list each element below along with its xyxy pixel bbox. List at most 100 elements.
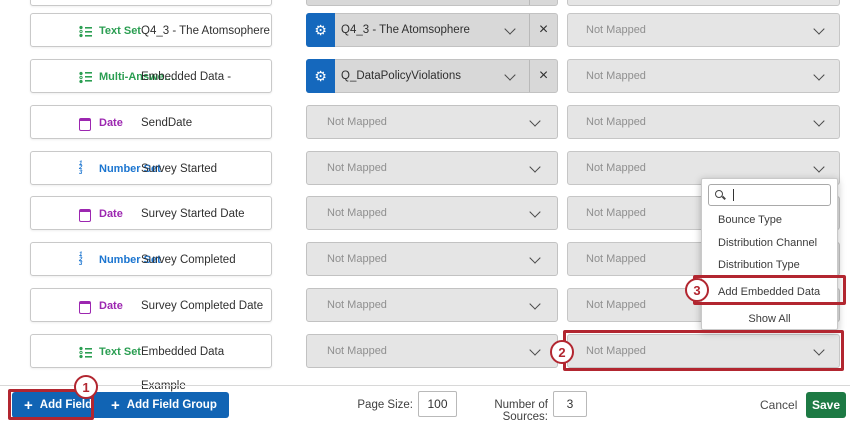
field-card: Number Set Survey Started — [30, 151, 272, 185]
panel-item-bounce-type[interactable]: Bounce Type — [702, 209, 837, 231]
add-field-group-label: Add Field Group — [127, 399, 217, 411]
add-field-group-button[interactable]: + Add Field Group — [99, 392, 229, 418]
page-size-label: Page Size: — [340, 399, 413, 411]
field-card: Text Set Embedded Data Example — [30, 334, 272, 368]
annotation-step-3: 3 — [685, 278, 709, 302]
plus-icon: + — [111, 398, 120, 413]
field-mapping-row-partial — [0, 0, 850, 6]
field-card — [30, 0, 272, 6]
field-type-label: Text Set — [99, 335, 141, 369]
annotation-box-add-embedded-data — [693, 275, 846, 305]
save-button[interactable]: Save — [806, 392, 846, 418]
cancel-button[interactable]: Cancel — [760, 398, 797, 412]
close-icon: × — [539, 68, 548, 84]
target-dropdown-value: Not Mapped — [586, 106, 646, 138]
field-type-icon — [79, 25, 92, 38]
number-of-sources-label: Number of Sources: — [463, 399, 548, 423]
field-type-label: Text Set — [99, 14, 141, 48]
target-dropdown[interactable] — [567, 0, 840, 6]
number-of-sources-input[interactable] — [553, 391, 587, 417]
field-type-icon — [79, 162, 93, 175]
chevron-down-icon — [529, 253, 540, 264]
field-card: Text Set Q4_3 - The Atomsophere — [30, 13, 272, 47]
chevron-down-icon — [529, 115, 540, 126]
source-dropdown[interactable]: Not Mapped — [306, 196, 558, 230]
gear-settings-button[interactable]: ⚙ — [306, 13, 335, 47]
remove-mapping-button[interactable]: × — [529, 60, 557, 92]
field-card: Date Survey Completed Date — [30, 288, 272, 322]
field-type-label: Date — [99, 197, 123, 231]
field-type-label: Date — [99, 289, 123, 323]
gear-icon: ⚙ — [314, 69, 327, 83]
chevron-down-icon — [529, 207, 540, 218]
mapped-source-value: Q_DataPolicyViolations — [341, 60, 461, 92]
chevron-down-icon — [504, 69, 515, 80]
mapped-source-value: Q4_3 - The Atomsophere — [341, 14, 470, 46]
show-all-link[interactable]: Show All — [702, 309, 837, 329]
field-name: Survey Started — [141, 152, 217, 186]
chevron-down-icon — [529, 298, 540, 309]
target-dropdown-value: Not Mapped — [586, 289, 646, 321]
search-icon — [715, 190, 723, 198]
mapped-source-dropdown[interactable]: ⚙ Q_DataPolicyViolations × — [306, 59, 558, 93]
field-type-icon — [79, 71, 92, 84]
target-dropdown[interactable]: Not Mapped — [567, 105, 840, 139]
field-type-label: Date — [99, 106, 123, 140]
annotation-step-2: 2 — [550, 340, 574, 364]
field-type-icon — [79, 118, 91, 131]
source-dropdown[interactable]: Not Mapped — [306, 288, 558, 322]
target-dropdown[interactable]: Not Mapped — [567, 13, 840, 47]
source-dropdown-value: Not Mapped — [327, 335, 387, 367]
page-size-input[interactable] — [418, 391, 457, 417]
source-dropdown[interactable]: Not Mapped — [306, 334, 558, 368]
source-dropdown[interactable]: Not Mapped — [306, 105, 558, 139]
target-dropdown-value: Not Mapped — [586, 60, 646, 92]
source-dropdown[interactable]: Not Mapped — [306, 242, 558, 276]
field-mapper-screen: Text Set Q4_3 - The Atomsophere ⚙ Q4_3 -… — [0, 0, 850, 424]
source-dropdown-value: Not Mapped — [327, 152, 387, 184]
field-card: Number Set Survey Completed — [30, 242, 272, 276]
chevron-down-icon — [813, 161, 824, 172]
gear-settings-button[interactable]: ⚙ — [306, 59, 335, 93]
field-card: Date Survey Started Date — [30, 196, 272, 230]
target-dropdown[interactable]: Not Mapped — [567, 59, 840, 93]
source-dropdown[interactable]: Not Mapped — [306, 151, 558, 185]
chevron-down-icon — [529, 344, 540, 355]
mapping-dropdown-panel: Bounce Type Distribution Channel Distrib… — [701, 178, 838, 330]
panel-item-distribution-type[interactable]: Distribution Type — [702, 254, 837, 276]
field-card: Date SendDate — [30, 105, 272, 139]
field-name: Survey Started Date — [141, 197, 245, 231]
field-mapping-row: Multi-Answe… Embedded Data - Q_Dat… ⚙ Q_… — [0, 59, 850, 93]
source-dropdown-value: Not Mapped — [327, 106, 387, 138]
target-dropdown-value: Not Mapped — [586, 14, 646, 46]
chevron-down-icon — [504, 23, 515, 34]
source-dropdown-value: Not Mapped — [327, 289, 387, 321]
annotation-box-target-dropdown — [563, 330, 844, 371]
source-dropdown-value: Not Mapped — [327, 197, 387, 229]
field-name: Q4_3 - The Atomsophere — [141, 14, 270, 48]
remove-mapping-button[interactable] — [529, 0, 557, 5]
chevron-down-icon — [813, 115, 824, 126]
target-dropdown-value: Not Mapped — [586, 243, 646, 275]
field-type-icon — [79, 209, 91, 222]
chevron-down-icon — [813, 69, 824, 80]
field-type-icon — [79, 301, 91, 314]
gear-icon: ⚙ — [314, 23, 327, 37]
field-mapping-row: Text Set Q4_3 - The Atomsophere ⚙ Q4_3 -… — [0, 13, 850, 47]
field-name: Survey Completed — [141, 243, 236, 277]
field-mapping-row: Date SendDate Not Mapped Not Mapped — [0, 105, 850, 139]
field-name: SendDate — [141, 106, 192, 140]
field-type-icon — [79, 346, 92, 359]
chevron-down-icon — [529, 161, 540, 172]
target-dropdown-value: Not Mapped — [586, 152, 646, 184]
remove-mapping-button[interactable]: × — [529, 14, 557, 46]
search-input[interactable] — [708, 184, 831, 206]
mapped-source-dropdown[interactable] — [306, 0, 558, 6]
annotation-step-1: 1 — [74, 375, 98, 399]
field-type-icon — [79, 253, 93, 266]
chevron-down-icon — [813, 23, 824, 34]
footer-divider — [0, 385, 850, 386]
panel-item-distribution-channel[interactable]: Distribution Channel — [702, 232, 837, 254]
close-icon: × — [539, 22, 548, 38]
mapped-source-dropdown[interactable]: ⚙ Q4_3 - The Atomsophere × — [306, 13, 558, 47]
